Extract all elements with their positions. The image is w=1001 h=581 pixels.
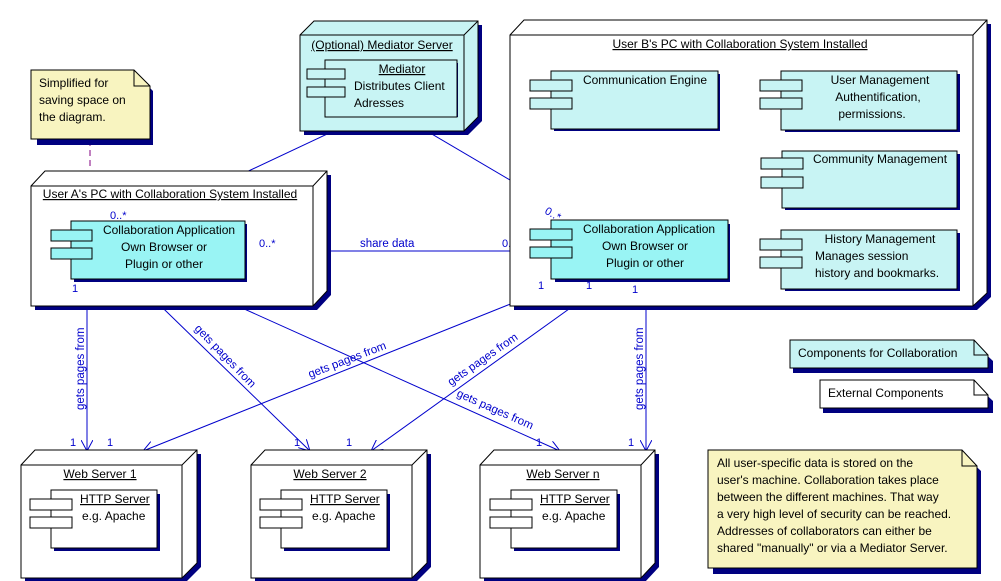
multiplicity: 1 — [586, 280, 592, 292]
note-line: shared "manually" or via a Mediator Serv… — [717, 541, 948, 555]
note-line: between the different machines. That way — [717, 490, 939, 504]
legend-label: Components for Collaboration — [798, 346, 957, 360]
component-collaboration-app-b[interactable]: Collaboration Application Own Browser or… — [529, 219, 730, 282]
component-line: permissions. — [838, 107, 905, 121]
note-line: user's machine. Collaboration takes plac… — [717, 473, 939, 487]
component-line: history and bookmarks. — [815, 266, 939, 280]
legend-label: External Components — [828, 386, 943, 400]
component-line: Adresses — [354, 96, 404, 110]
node-title: User B's PC with Collaboration System In… — [612, 37, 867, 51]
component-line: Plugin or other — [606, 256, 684, 270]
component-line: Own Browser or — [602, 239, 688, 253]
node-mediator-server[interactable]: (Optional) Mediator Server Mediator Dist… — [299, 20, 482, 135]
multiplicity: 1 — [107, 437, 113, 449]
component-name: HTTP Server — [540, 492, 610, 506]
note-line: Addresses of collaborators can either be — [717, 524, 932, 538]
component-name: HTTP Server — [310, 492, 380, 506]
node-title: Web Server 2 — [293, 467, 366, 481]
node-title: (Optional) Mediator Server — [311, 38, 452, 52]
component-line: History Management — [825, 232, 936, 246]
note-line: All user-specific data is stored on the — [717, 456, 913, 470]
multiplicity: 1 — [538, 280, 544, 292]
node-title: User A's PC with Collaboration System In… — [43, 187, 297, 201]
multiplicity: 0..* — [110, 210, 127, 222]
edge-label-gets-pages: gets pages from — [192, 323, 258, 391]
note-line: saving space on — [39, 93, 126, 107]
edge-label-gets-pages: gets pages from — [75, 328, 87, 410]
multiplicity: 0..* — [259, 238, 276, 250]
component-name: HTTP Server — [80, 492, 150, 506]
edge-label-gets-pages: gets pages from — [455, 388, 535, 433]
component-line: Community Management — [813, 152, 948, 166]
multiplicity: 1 — [632, 284, 638, 296]
legend-components-for-collaboration: Components for Collaboration — [789, 339, 993, 373]
component-collaboration-app-a[interactable]: Collaboration Application Own Browser or… — [50, 220, 247, 282]
node-title: Web Server n — [526, 467, 599, 481]
node-web-server-1[interactable]: Web Server 1 HTTP Server e.g. Apache — [20, 449, 201, 581]
edge-label-gets-pages: gets pages from — [446, 331, 520, 388]
component-line: Distributes Client — [354, 79, 445, 93]
component-line: Collaboration Application — [583, 222, 715, 236]
multiplicity: 1 — [628, 437, 634, 449]
component-line: Plugin or other — [125, 257, 203, 271]
multiplicity: 1 — [294, 437, 300, 449]
component-community-management[interactable]: Community Management — [760, 150, 960, 210]
node-user-b-pc[interactable]: User B's PC with Collaboration System In… — [509, 19, 991, 310]
component-line: Own Browser or — [121, 240, 207, 254]
multiplicity: 1 — [72, 283, 78, 295]
component-line: e.g. Apache — [82, 509, 146, 523]
deployment-diagram: Simplified for saving space on the diagr… — [20, 19, 993, 581]
component-line: Authentification, — [835, 90, 920, 104]
node-web-server-n[interactable]: Web Server n HTTP Server e.g. Apache — [479, 449, 659, 581]
component-line: User Management — [831, 73, 930, 87]
note-line: Simplified for — [39, 76, 108, 90]
component-mediator[interactable]: Mediator Distributes Client Adresses — [306, 59, 458, 118]
multiplicity: 1 — [346, 437, 352, 449]
component-line: Manages session — [815, 249, 908, 263]
edge-label-share-data: share data — [360, 238, 415, 250]
edge-label-gets-pages: gets pages from — [634, 328, 646, 410]
node-title: Web Server 1 — [63, 467, 136, 481]
legend-external-components: External Components — [819, 379, 993, 413]
component-communication-engine[interactable]: Communication Engine — [529, 70, 720, 131]
multiplicity: 1 — [70, 437, 76, 449]
note-info: All user-specific data is stored on the … — [707, 449, 981, 574]
note-line: the diagram. — [39, 110, 106, 124]
note-line: a very high level of security can be rea… — [717, 507, 951, 521]
multiplicity: 1 — [536, 437, 542, 449]
node-web-server-2[interactable]: Web Server 2 HTTP Server e.g. Apache — [250, 449, 431, 581]
component-line: e.g. Apache — [312, 509, 376, 523]
component-line: Communication Engine — [583, 73, 707, 87]
component-line: e.g. Apache — [542, 509, 606, 523]
component-name: Mediator — [379, 62, 426, 76]
component-line: Collaboration Application — [103, 223, 235, 237]
note-simplified: Simplified for saving space on the diagr… — [30, 69, 153, 145]
component-user-management[interactable]: User Management Authentification, permis… — [759, 70, 960, 132]
edge-label-gets-pages: gets pages from — [307, 340, 388, 381]
component-history-management[interactable]: History Management Manages session histo… — [759, 229, 960, 291]
